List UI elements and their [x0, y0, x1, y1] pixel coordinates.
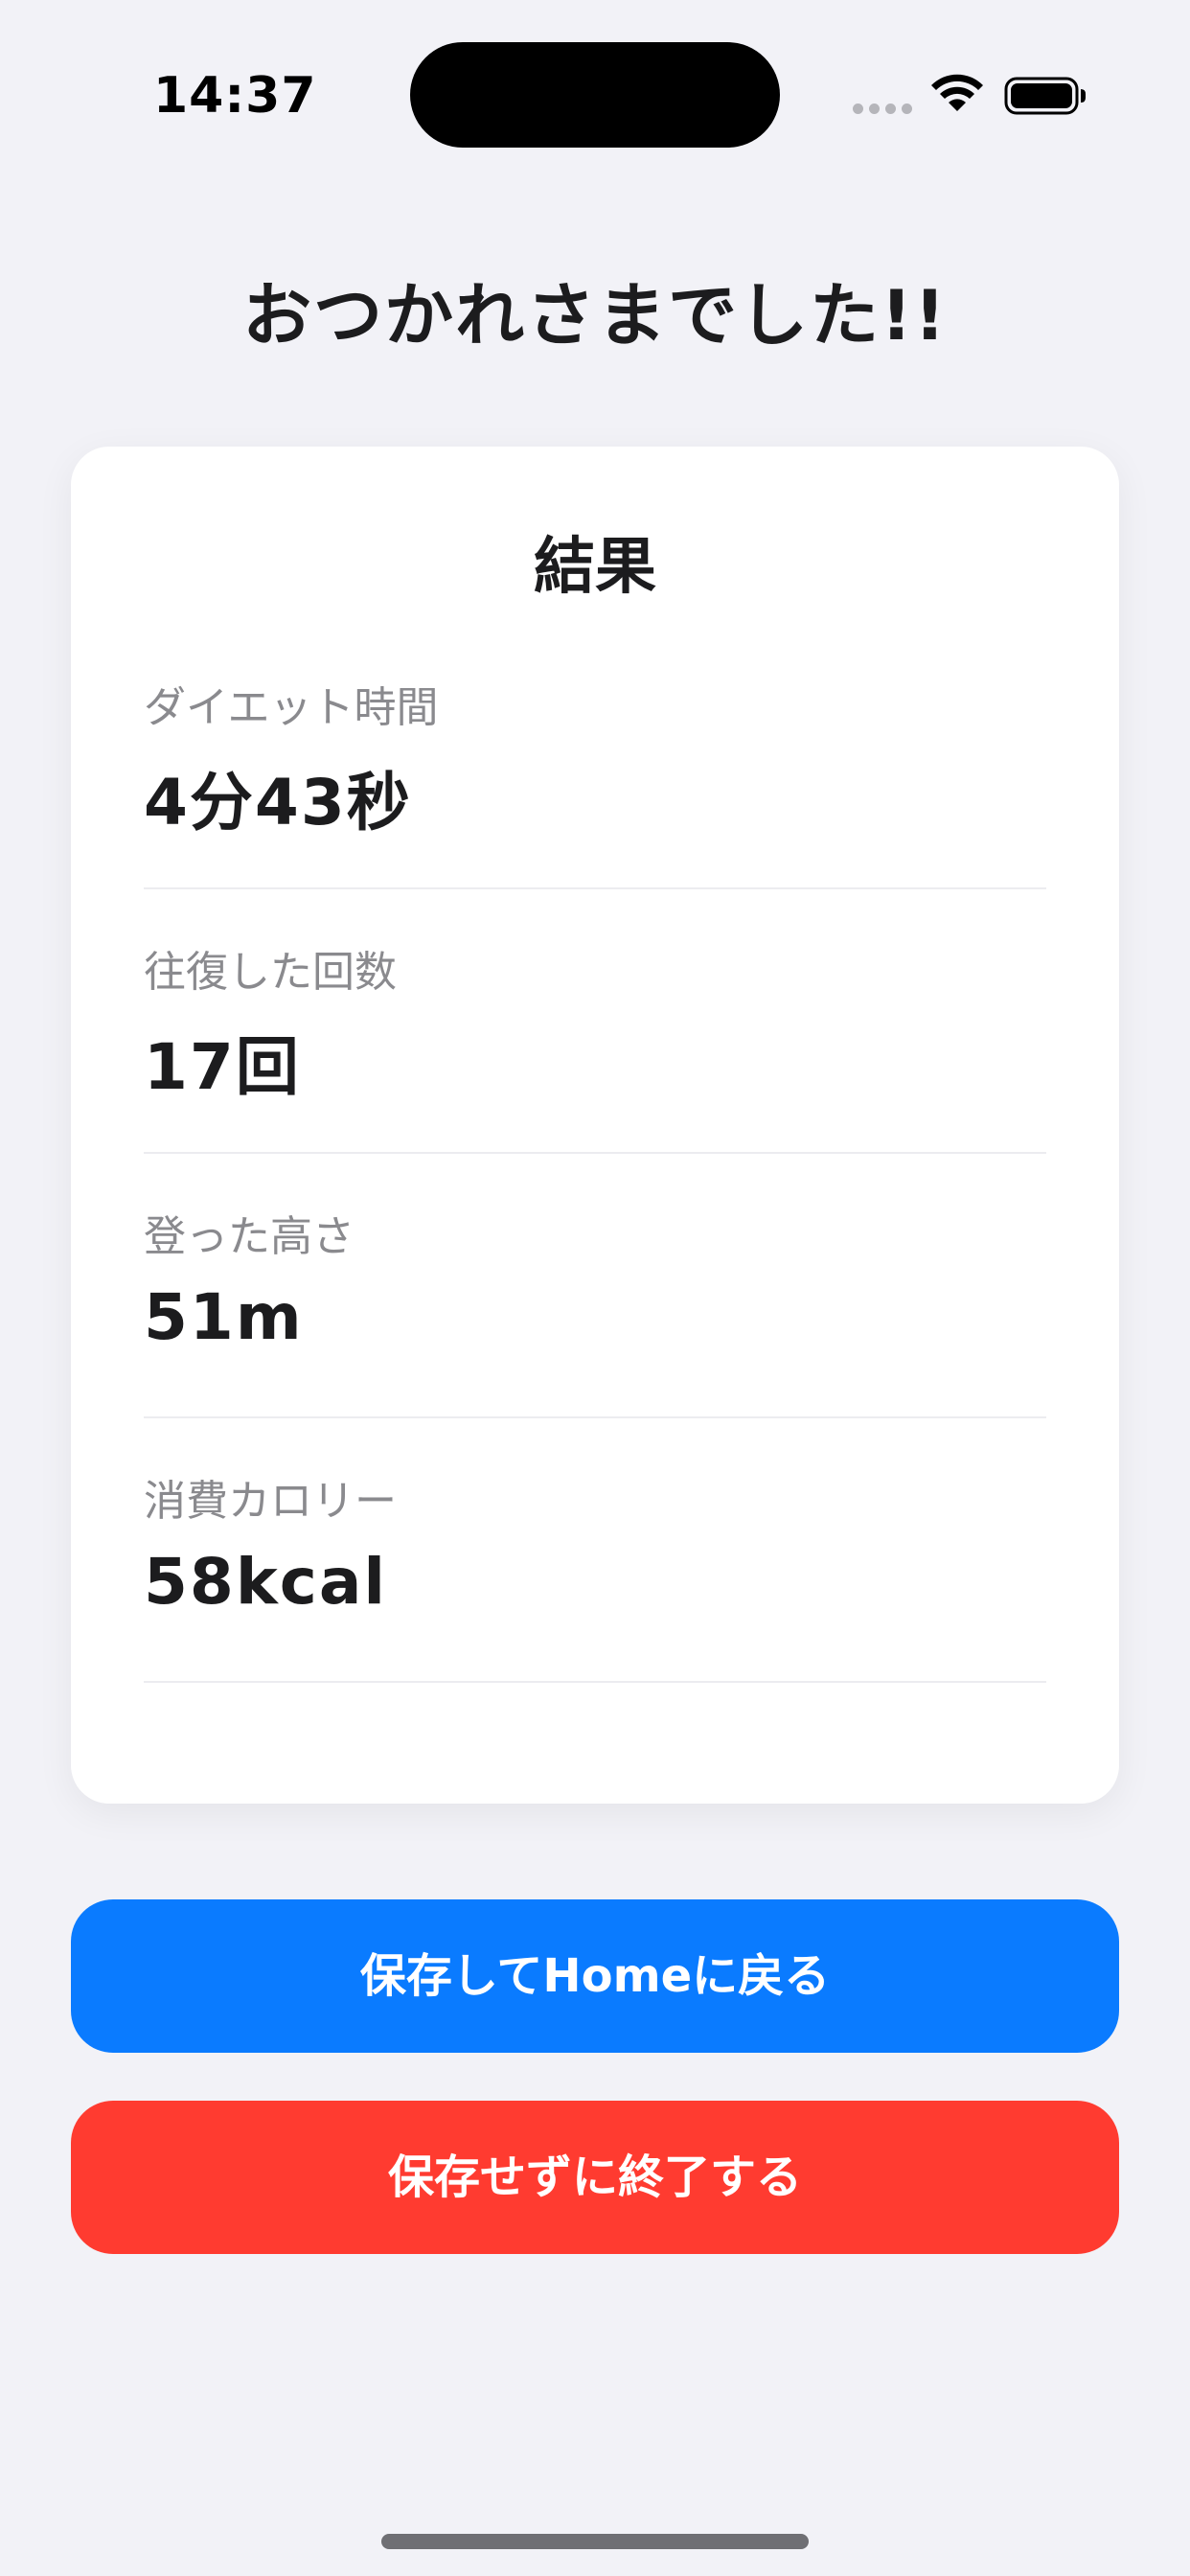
home-indicator[interactable] — [381, 2534, 809, 2549]
signal-dots-icon — [853, 104, 914, 115]
stat-label: 消費カロリー — [144, 1477, 397, 1526]
save-and-home-button[interactable]: 保存してHomeに戻る — [71, 1899, 1119, 2053]
status-bar: 14:37 — [0, 0, 1190, 192]
wifi-icon — [931, 74, 983, 111]
stat-diet-time: ダイエット時間 4分43秒 — [144, 447, 1046, 889]
stat-height-climbed: 登った高さ 51m — [144, 976, 1046, 1418]
stat-calories: 消費カロリー 58kcal — [144, 1240, 1046, 1683]
quit-without-saving-button[interactable]: 保存せずに終了する — [71, 2101, 1119, 2254]
page-title: おつかれさまでした!! — [242, 275, 948, 356]
stat-value: 58kcal — [144, 1545, 388, 1619]
divider — [144, 1681, 1046, 1683]
status-time: 14:37 — [153, 67, 317, 125]
dynamic-island — [410, 42, 780, 148]
stat-round-trips: 往復した回数 17回 — [144, 711, 1046, 1154]
battery-icon — [1004, 77, 1086, 115]
result-card: 結果 ダイエット時間 4分43秒 往復した回数 17回 登った高さ 51m 消費… — [71, 447, 1119, 1804]
